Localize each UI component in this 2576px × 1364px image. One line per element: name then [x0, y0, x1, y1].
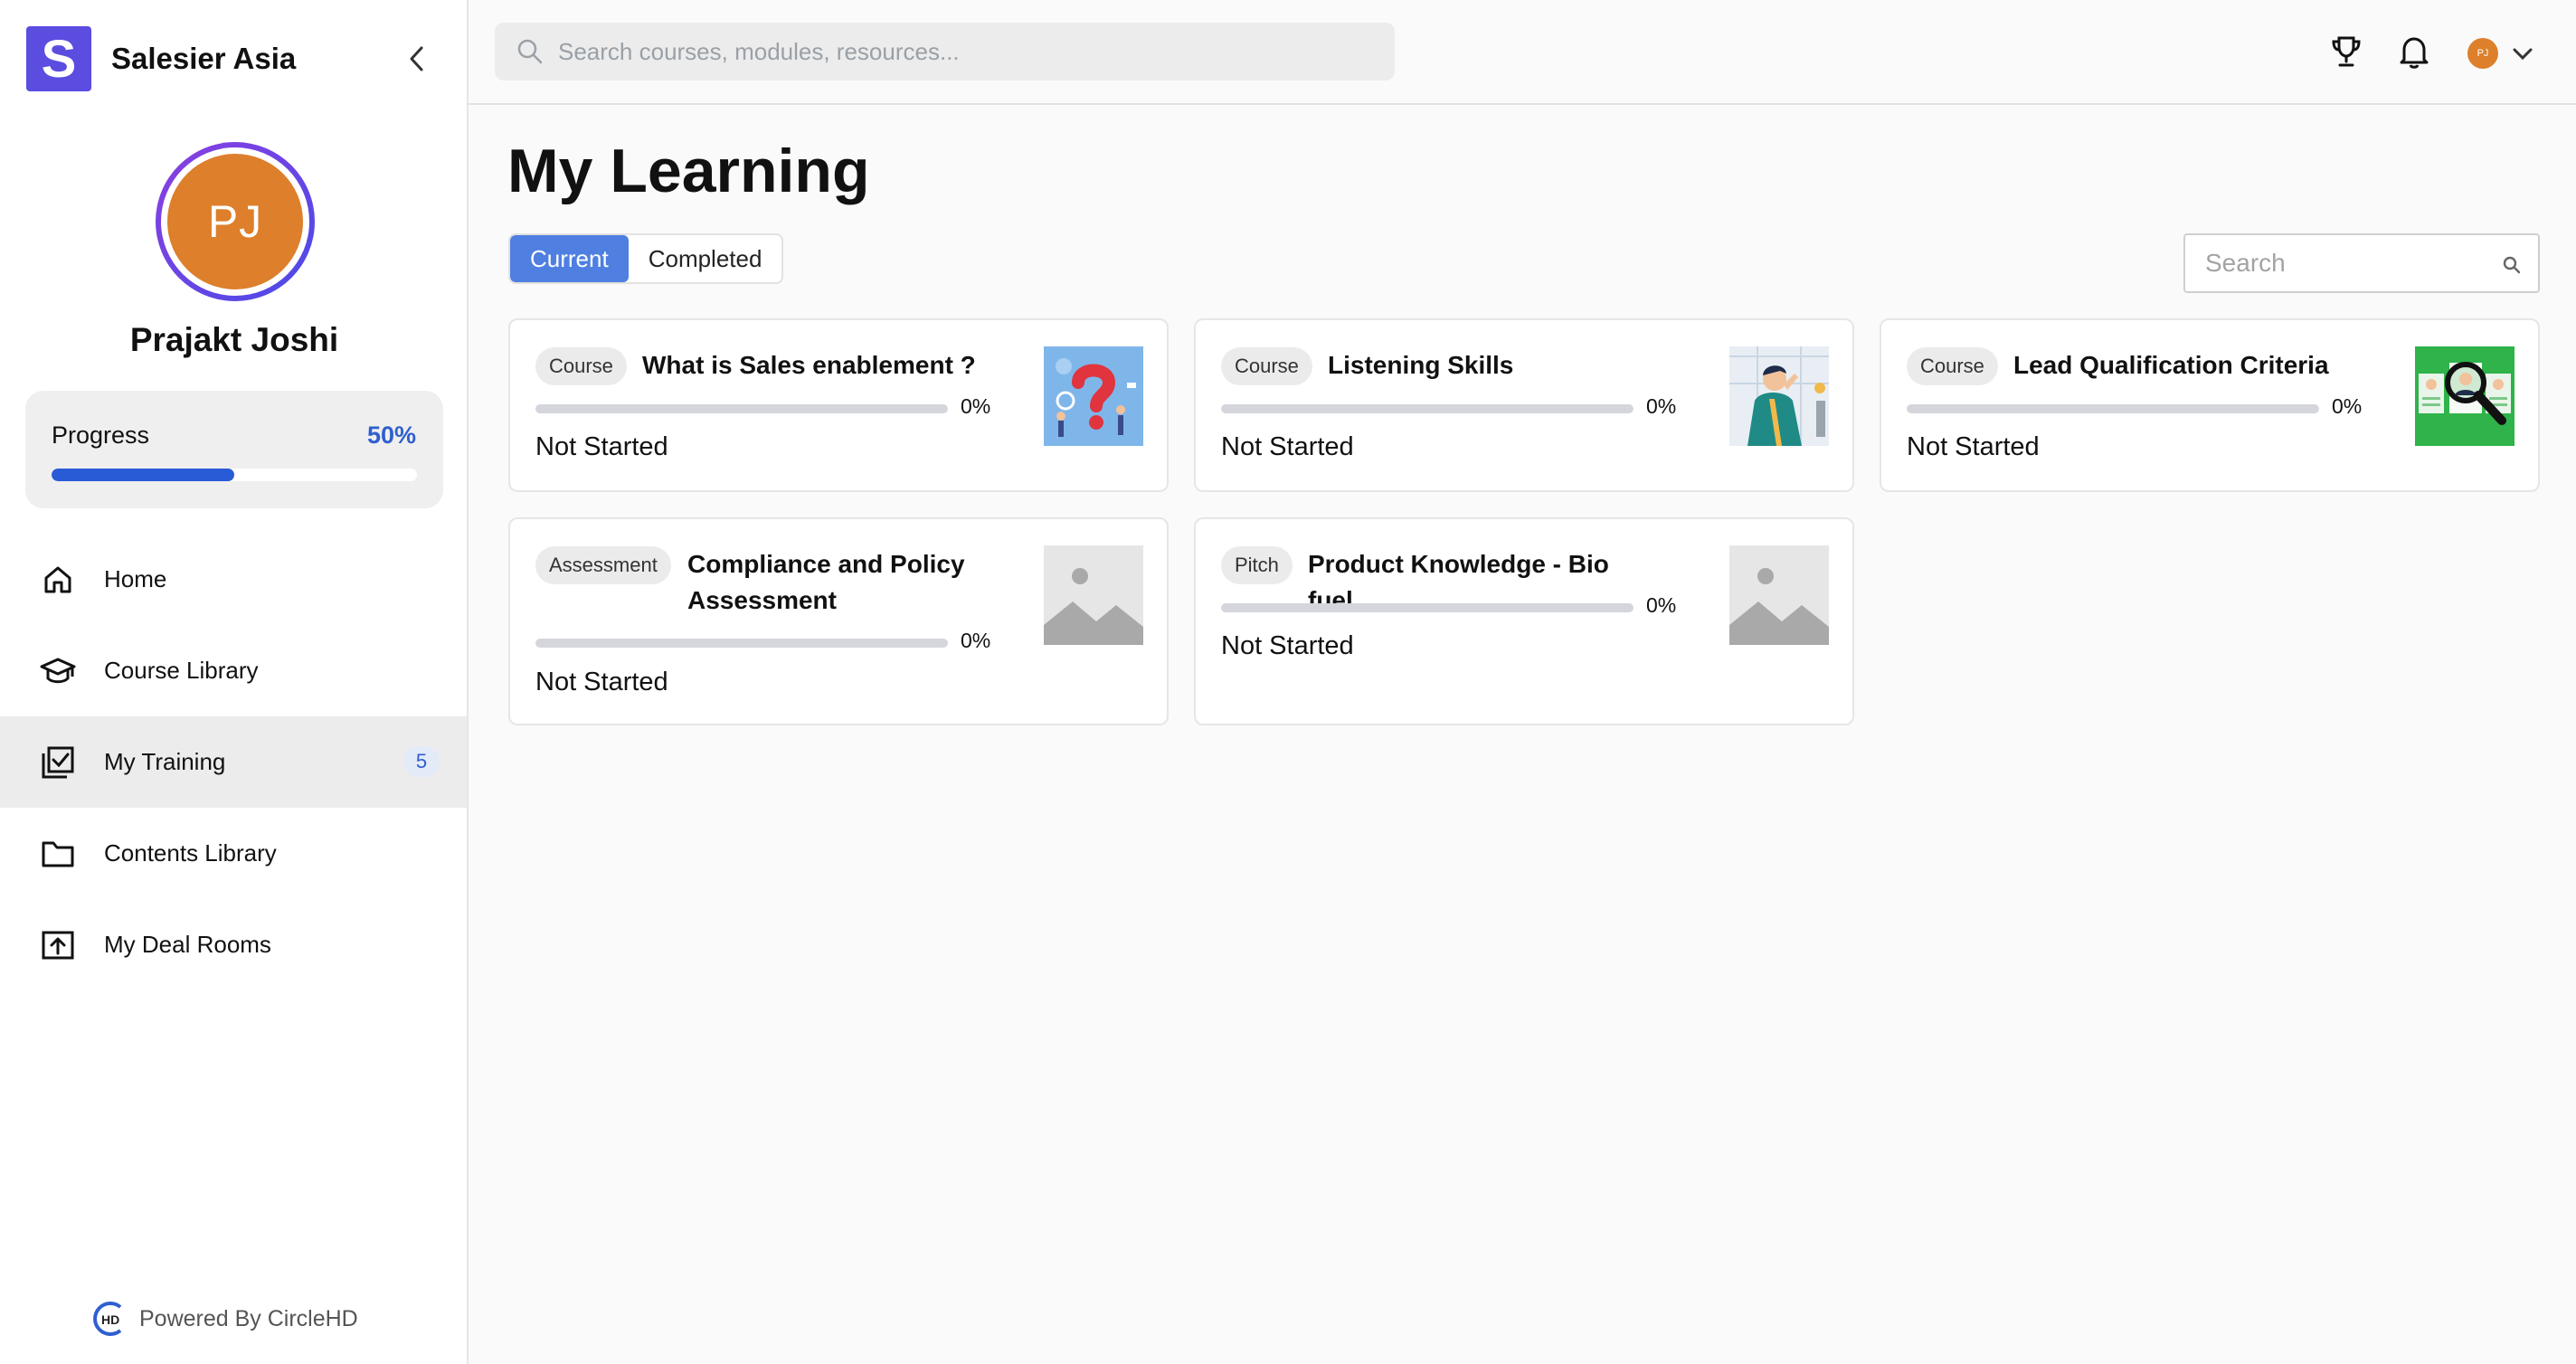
learning-card[interactable]: Assessment Compliance and Policy Assessm…: [508, 517, 1169, 725]
app-window: S Salesier Asia PJ Prajakt Joshi Progres…: [0, 0, 2576, 1364]
bell-icon: [2400, 37, 2429, 69]
notifications-button[interactable]: [2395, 33, 2433, 71]
sidebar-item-label: My Deal Rooms: [104, 931, 271, 958]
brand[interactable]: S Salesier Asia: [26, 26, 296, 91]
learning-card[interactable]: Course Listening Skills 0% Not Started: [1194, 318, 1854, 492]
sidebar-item-label: Course Library: [104, 657, 259, 684]
achievements-button[interactable]: [2327, 33, 2365, 71]
brand-name: Salesier Asia: [111, 42, 297, 75]
card-progress-bar: [1907, 404, 2319, 413]
card-status: Not Started: [1221, 631, 1354, 660]
card-progress-bar: [535, 404, 948, 413]
card-progress-bar: [535, 639, 948, 648]
sidebar-item-my-deal-rooms[interactable]: My Deal Rooms: [0, 899, 467, 990]
collapse-sidebar-button[interactable]: [402, 42, 432, 76]
upload-box-icon: [40, 927, 76, 963]
profile-avatar[interactable]: PJ: [156, 142, 315, 301]
graduation-cap-icon: [40, 653, 76, 689]
global-search-input[interactable]: [558, 37, 1372, 66]
sidebar-item-home[interactable]: Home: [0, 534, 467, 625]
tab-current[interactable]: Current: [510, 235, 629, 282]
sidebar-item-label: Contents Library: [104, 839, 277, 867]
progress-bar: [52, 469, 417, 481]
search-icon: [517, 39, 543, 64]
type-badge: Course: [1907, 347, 1998, 385]
card-progress-text: 0%: [961, 394, 991, 418]
card-title: What is Sales enablement ?: [642, 351, 976, 379]
image-placeholder-icon: [1729, 545, 1829, 645]
learning-card[interactable]: Pitch Product Knowledge - Bio fuel 0% No…: [1194, 517, 1854, 725]
learning-card[interactable]: Course What is Sales enablement ? 0% Not…: [508, 318, 1169, 492]
count-badge: 5: [403, 746, 440, 777]
sidebar-nav: Home Course Library My Training 5 Conten…: [0, 534, 467, 990]
sidebar: S Salesier Asia PJ Prajakt Joshi Progres…: [0, 0, 469, 1364]
user-menu-avatar[interactable]: PJ: [2467, 38, 2498, 69]
tab-completed[interactable]: Completed: [629, 235, 782, 282]
card-status: Not Started: [535, 432, 668, 461]
card-status: Not Started: [1907, 432, 2040, 461]
type-badge: Course: [1221, 347, 1312, 385]
card-progress-text: 0%: [2332, 394, 2363, 418]
progress-card: Progress 50%: [25, 391, 443, 508]
card-title: Listening Skills: [1328, 351, 1514, 379]
card-status: Not Started: [1221, 432, 1354, 461]
chevron-left-icon: [410, 46, 423, 71]
type-badge: Pitch: [1221, 546, 1293, 584]
checklist-icon: [40, 744, 76, 781]
progress-value: 50%: [366, 422, 416, 449]
sidebar-item-contents-library[interactable]: Contents Library: [0, 808, 467, 899]
user-name: Prajakt Joshi: [129, 321, 339, 358]
folder-icon: [40, 836, 76, 872]
card-title: Lead Qualification Criteria: [2013, 351, 2329, 379]
home-icon: [40, 562, 76, 598]
search-icon[interactable]: [2502, 255, 2522, 275]
magnifier-profiles-illustration: [2415, 346, 2514, 446]
card-progress-text: 0%: [961, 629, 991, 652]
type-badge: Assessment: [535, 546, 671, 584]
learning-search-input[interactable]: [2205, 249, 2477, 278]
learning-search[interactable]: [2183, 233, 2540, 293]
powered-by[interactable]: HD Powered By CircleHD: [92, 1300, 358, 1338]
top-bar: PJ: [469, 0, 2576, 105]
chevron-down-icon: [2513, 48, 2533, 61]
image-placeholder-icon: [1044, 545, 1143, 645]
circlehd-logo-icon: HD: [93, 1302, 122, 1336]
sidebar-item-my-training[interactable]: My Training 5: [0, 716, 467, 808]
card-status: Not Started: [535, 668, 668, 696]
card-progress-text: 0%: [1646, 394, 1677, 418]
question-mark-illustration: [1044, 346, 1143, 446]
sidebar-item-course-library[interactable]: Course Library: [0, 625, 467, 716]
svg-text:HD: HD: [101, 1312, 119, 1327]
brand-logo: S: [26, 26, 91, 91]
progress-bar-fill: [52, 469, 234, 481]
card-progress-bar: [1221, 404, 1634, 413]
card-title: Compliance and Policy Assessment: [687, 550, 965, 614]
page-title: My Learning: [507, 137, 870, 205]
powered-by-text: Powered By CircleHD: [139, 1305, 358, 1331]
learning-tabs: Current Completed: [508, 233, 784, 284]
learning-card[interactable]: Course Lead Qualification Criteria 0% No…: [1880, 318, 2540, 492]
sidebar-item-label: My Training: [104, 748, 226, 775]
type-badge: Course: [535, 347, 627, 385]
person-listening-illustration: [1729, 346, 1829, 446]
user-menu-toggle[interactable]: [2507, 38, 2538, 69]
progress-label: Progress: [52, 422, 150, 449]
card-progress-text: 0%: [1646, 593, 1677, 617]
avatar-initials: PJ: [167, 154, 303, 289]
card-progress-bar: [1221, 603, 1634, 612]
trophy-icon: [2332, 36, 2361, 67]
global-search[interactable]: [495, 23, 1395, 81]
sidebar-item-label: Home: [104, 565, 167, 592]
